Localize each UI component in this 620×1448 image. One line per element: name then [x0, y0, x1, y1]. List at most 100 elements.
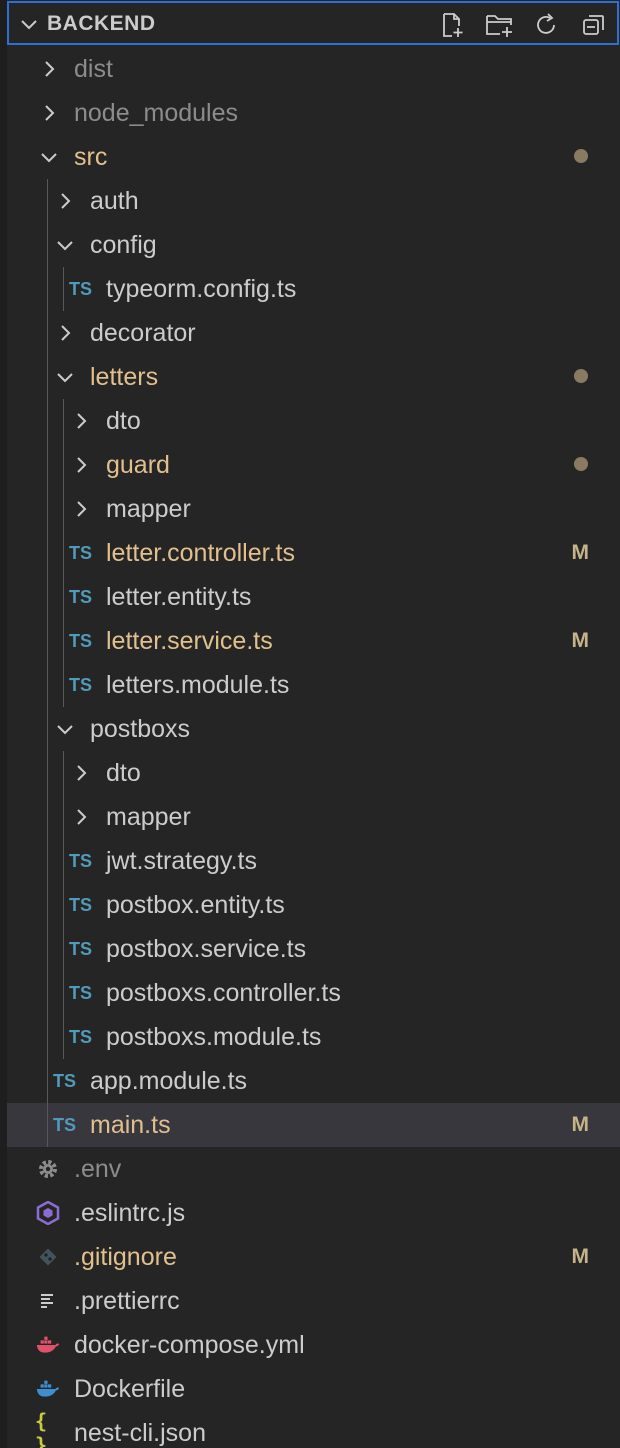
chevron-right-icon [45, 105, 55, 121]
tree-file-row[interactable]: TS app.module.ts [7, 1059, 620, 1103]
git-icon [35, 1245, 61, 1269]
tree-item-label: dist [74, 55, 113, 83]
typescript-icon: TS [69, 983, 93, 1003]
tree-file-row[interactable]: TS letters.module.ts [7, 663, 620, 707]
modified-dot-badge [574, 369, 588, 383]
tree-folder-row[interactable]: mapper [7, 795, 620, 839]
collapse-all-icon [583, 15, 604, 35]
chevron-right-icon [77, 413, 87, 429]
collapse-all-button[interactable] [579, 11, 609, 39]
chevron-down-icon [21, 20, 37, 30]
tree-folder-row[interactable]: dist [7, 47, 620, 91]
tree-item-label: docker-compose.yml [74, 1331, 305, 1359]
typescript-icon: TS [69, 279, 93, 299]
tree-item-label: main.ts [90, 1111, 171, 1139]
tree-file-row[interactable]: TS typeorm.config.ts [7, 267, 620, 311]
chevron-down-icon [41, 153, 57, 163]
section-title: BACKEND [47, 12, 156, 35]
tree-folder-row[interactable]: mapper [7, 487, 620, 531]
new-file-icon [443, 13, 463, 37]
tree-item-label: node_modules [74, 99, 239, 127]
git-status-badge: M [571, 1113, 590, 1136]
tree-item-label: mapper [106, 495, 191, 523]
new-folder-button[interactable] [485, 11, 515, 39]
json-icon-glyph: { } [35, 1409, 47, 1448]
tree-folder-row[interactable]: postboxs [7, 707, 620, 751]
tree-item-label: auth [90, 187, 139, 215]
tree-file-row[interactable]: TS main.ts M [7, 1103, 620, 1147]
git-status-badge: M [571, 629, 590, 652]
git-status-badge: M [571, 1245, 590, 1268]
tree-item-label: postboxs [90, 715, 191, 743]
tree-file-row[interactable]: TS postboxs.module.ts [7, 1015, 620, 1059]
docker-icon [35, 1377, 61, 1401]
tree-file-row[interactable]: .env [7, 1147, 620, 1191]
typescript-icon: TS [69, 631, 93, 651]
tree-file-row[interactable]: TS letter.controller.ts M [7, 531, 620, 575]
tree-folder-row[interactable]: node_modules [7, 91, 620, 135]
tree-file-row[interactable]: docker-compose.yml [7, 1323, 620, 1367]
tree-item-label: dto [106, 759, 141, 787]
tree-file-row[interactable]: .gitignore M [7, 1235, 620, 1279]
tree-item-label: postboxs.module.ts [106, 1023, 322, 1051]
refresh-button[interactable] [531, 11, 561, 39]
typescript-icon: TS [69, 939, 93, 959]
tree-item-label: typeorm.config.ts [106, 275, 297, 303]
tree-item-label: jwt.strategy.ts [106, 847, 257, 875]
typescript-icon: TS [53, 1071, 77, 1091]
tree-file-row[interactable]: TS letter.service.ts M [7, 619, 620, 663]
eslint-icon [35, 1201, 61, 1225]
json-braces-icon: { } [35, 1409, 61, 1448]
tree-item-label: guard [106, 451, 170, 479]
tree-folder-row[interactable]: src [7, 135, 620, 179]
tree-folder-row[interactable]: dto [7, 399, 620, 443]
tree-folder-row[interactable]: config [7, 223, 620, 267]
explorer-section-header[interactable]: BACKEND [7, 1, 619, 45]
typescript-icon: TS [69, 543, 93, 563]
tree-item-label: .gitignore [74, 1243, 177, 1271]
tree-file-row[interactable]: TS postbox.entity.ts [7, 883, 620, 927]
chevron-right-icon [45, 61, 55, 77]
tree-item-label: letter.controller.ts [106, 539, 295, 567]
tree-item-label: nest-cli.json [74, 1419, 206, 1447]
chevron-right-icon [77, 501, 87, 517]
docker-icon [35, 1333, 61, 1357]
chevron-right-icon [77, 765, 87, 781]
indent-guide [63, 267, 64, 311]
tree-item-label: config [90, 231, 157, 259]
tree-folder-row[interactable]: dto [7, 751, 620, 795]
tree-folder-row[interactable]: auth [7, 179, 620, 223]
tree-item-label: postboxs.controller.ts [106, 979, 341, 1007]
new-file-button[interactable] [437, 11, 467, 39]
tree-item-label: .env [74, 1155, 122, 1183]
tree-file-row[interactable]: .eslintrc.js [7, 1191, 620, 1235]
tree-file-row[interactable]: TS postbox.service.ts [7, 927, 620, 971]
tree-folder-row[interactable]: letters [7, 355, 620, 399]
tree-item-label: app.module.ts [90, 1067, 248, 1095]
tree-file-row[interactable]: { } nest-cli.json [7, 1409, 620, 1448]
tree-item-label: mapper [106, 803, 191, 831]
tree-file-row[interactable]: TS jwt.strategy.ts [7, 839, 620, 883]
tree-item-label: letters [90, 363, 159, 391]
tree-item-label: decorator [90, 319, 196, 347]
refresh-icon [537, 13, 555, 34]
chevron-right-icon [77, 809, 87, 825]
indent-guide [47, 179, 48, 1147]
tree-item-label: letter.entity.ts [106, 583, 252, 611]
tree-folder-row[interactable]: decorator [7, 311, 620, 355]
tree-item-label: letters.module.ts [106, 671, 290, 699]
tree-file-row[interactable]: Dockerfile [7, 1367, 620, 1411]
chevron-down-icon [57, 373, 73, 383]
tree-item-label: letter.service.ts [106, 627, 273, 655]
tree-folder-row[interactable]: guard [7, 443, 620, 487]
tree-file-row[interactable]: TS postboxs.controller.ts [7, 971, 620, 1015]
activity-edge [0, 0, 7, 1448]
tree-item-label: .eslintrc.js [74, 1199, 186, 1227]
chevron-right-icon [77, 457, 87, 473]
chevron-right-icon [61, 193, 71, 209]
tree-file-row[interactable]: TS letter.entity.ts [7, 575, 620, 619]
tree-item-label: Dockerfile [74, 1375, 186, 1403]
tree-file-row[interactable]: .prettierrc [7, 1279, 620, 1323]
typescript-icon: TS [69, 675, 93, 695]
chevron-down-icon [57, 241, 73, 251]
